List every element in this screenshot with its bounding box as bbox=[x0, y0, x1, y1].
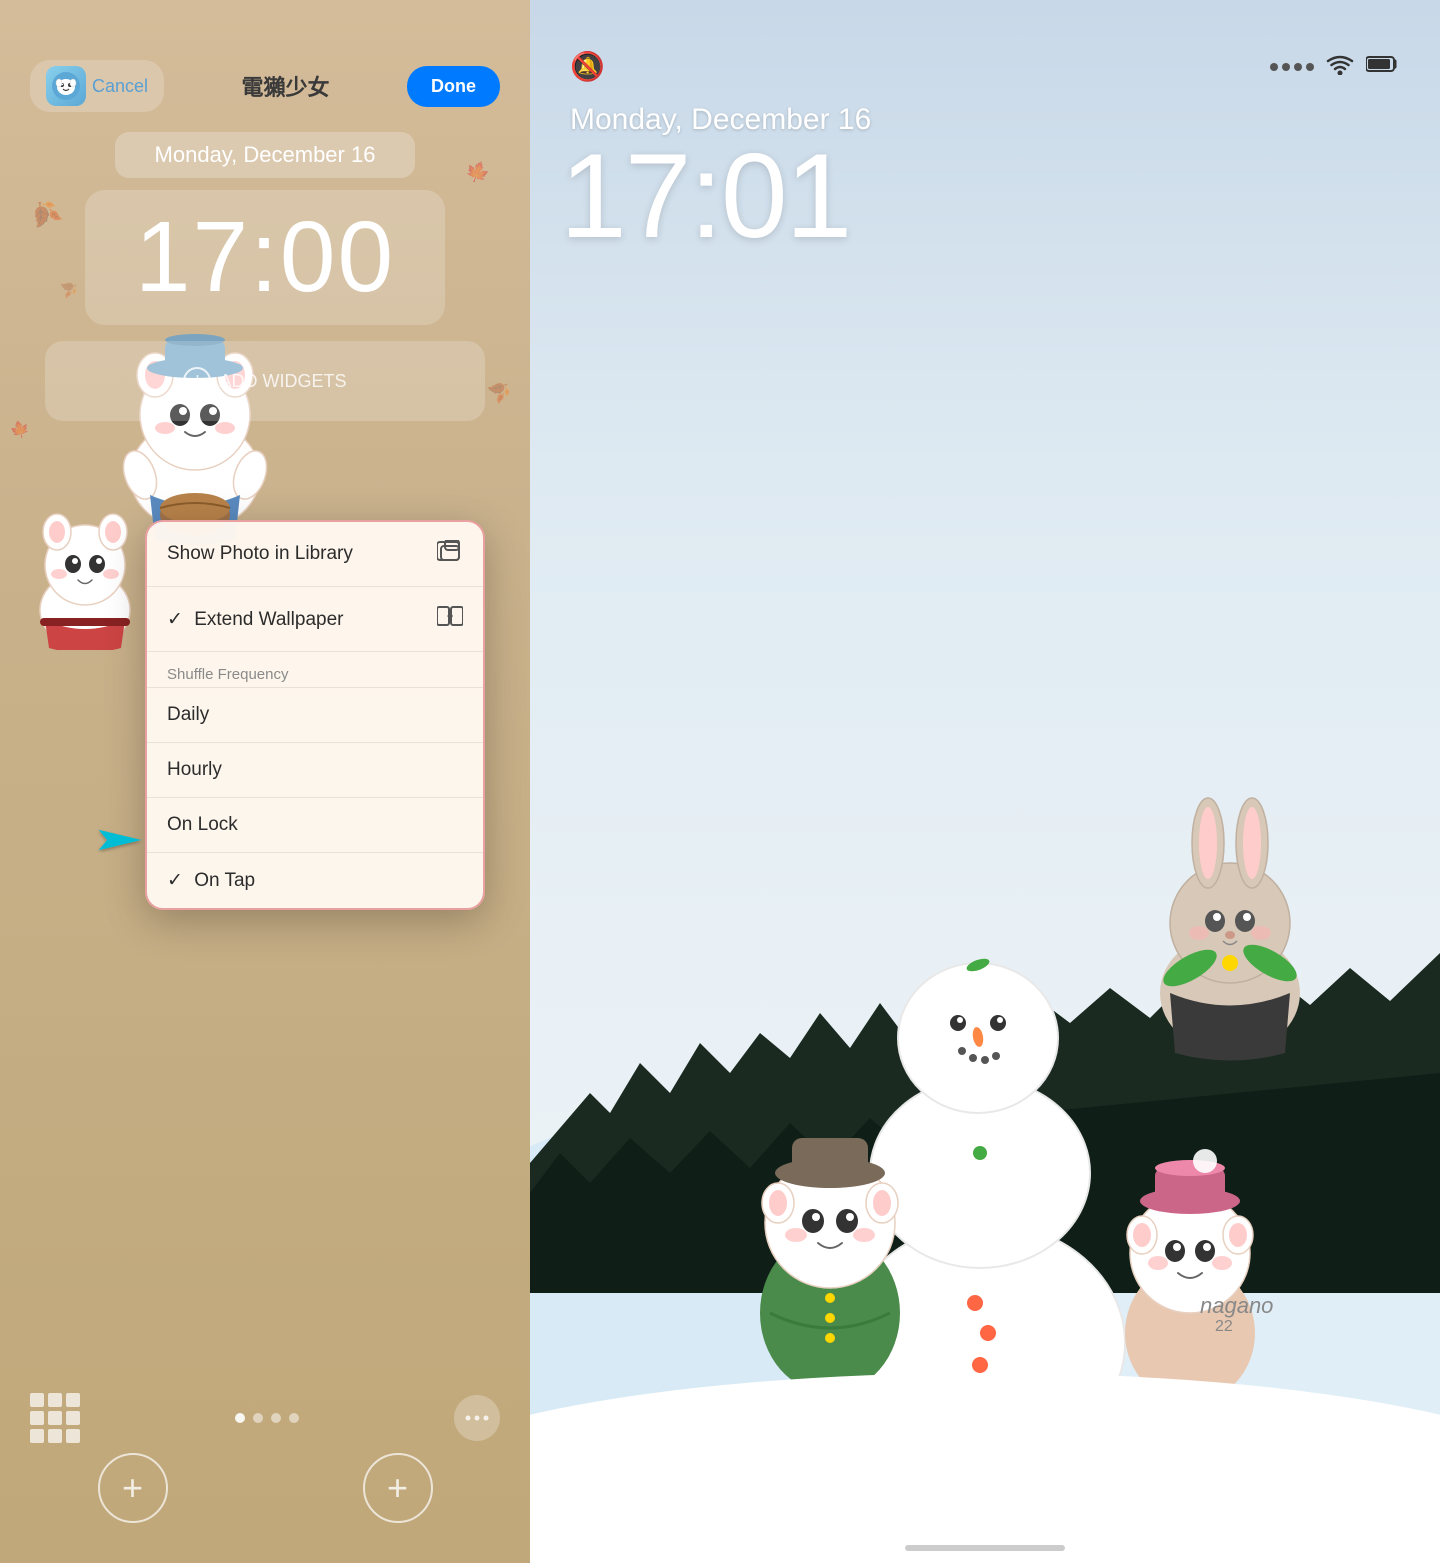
show-photo-label: Show Photo in Library bbox=[167, 543, 353, 565]
on-tap-menu-item[interactable]: ✓ On Tap bbox=[147, 853, 483, 908]
grid-dot bbox=[30, 1429, 44, 1443]
add-widgets-label: ADD WIDGETS bbox=[219, 371, 346, 392]
arrow-indicator bbox=[90, 820, 150, 860]
signal-dot bbox=[1270, 63, 1278, 71]
on-lock-menu-item[interactable]: On Lock bbox=[147, 798, 483, 853]
grid-dot bbox=[48, 1393, 62, 1407]
cancel-button[interactable]: Cancel bbox=[30, 60, 164, 112]
extend-checkmark: ✓ bbox=[167, 609, 188, 630]
page-dot-2 bbox=[253, 1413, 263, 1423]
status-bar: 🔕 bbox=[530, 0, 1440, 93]
app-icon bbox=[46, 66, 86, 106]
page-dot-4 bbox=[289, 1413, 299, 1423]
signal-dot bbox=[1306, 63, 1314, 71]
svg-text:nagano: nagano bbox=[1200, 1293, 1273, 1318]
battery-icon bbox=[1366, 55, 1400, 78]
extend-wallpaper-menu-item[interactable]: ✓ Extend Wallpaper bbox=[147, 587, 483, 652]
left-date-label: Monday, December 16 bbox=[115, 132, 416, 178]
page-indicator bbox=[235, 1413, 299, 1423]
on-tap-label: On Tap bbox=[194, 870, 255, 891]
leaf-decoration: 🍁 bbox=[462, 156, 494, 188]
done-button[interactable]: Done bbox=[407, 66, 500, 107]
context-menu: Show Photo in Library ✓ Extend Wallpaper bbox=[145, 520, 485, 910]
daily-label: Daily bbox=[167, 704, 209, 725]
extend-wallpaper-icon bbox=[437, 605, 463, 633]
left-time-display: 17:00 bbox=[85, 190, 445, 325]
grid-dot bbox=[66, 1411, 80, 1425]
winter-scene-svg: nagano 22 bbox=[530, 513, 1440, 1563]
page-dot-3 bbox=[271, 1413, 281, 1423]
signal-dot bbox=[1294, 63, 1302, 71]
app-title: 電獺少女 bbox=[242, 70, 330, 102]
plus-icon: + bbox=[183, 367, 211, 395]
right-phone-panel: 🔕 bbox=[530, 0, 1440, 1563]
add-widgets-button[interactable]: + ADD WIDGETS bbox=[183, 367, 346, 395]
bottom-add-buttons: + + bbox=[0, 1453, 530, 1523]
cancel-label: Cancel bbox=[92, 76, 148, 97]
status-bar-right-icons bbox=[1270, 53, 1400, 80]
app-logo-svg bbox=[51, 71, 81, 101]
svg-text:22: 22 bbox=[1215, 1318, 1233, 1335]
on-tap-checkmark: ✓ bbox=[167, 870, 188, 891]
top-bar: Cancel 電獺少女 Done bbox=[0, 0, 530, 122]
bottom-navigation bbox=[0, 1393, 530, 1443]
page-dot-1 bbox=[235, 1413, 245, 1423]
add-right-button[interactable]: + bbox=[363, 1453, 433, 1523]
hourly-menu-item[interactable]: Hourly bbox=[147, 743, 483, 798]
extend-wallpaper-row: ✓ Extend Wallpaper bbox=[167, 608, 343, 631]
grid-view-button[interactable] bbox=[30, 1393, 80, 1443]
wifi-icon bbox=[1326, 53, 1354, 80]
grid-dot bbox=[66, 1393, 80, 1407]
snow-scene: nagano 22 bbox=[530, 513, 1440, 1563]
signal-dot bbox=[1282, 63, 1290, 71]
three-dots-icon bbox=[465, 1415, 489, 1421]
leaf-decoration: 🍂 bbox=[57, 277, 80, 301]
leaf-decoration: 🍂 bbox=[25, 194, 65, 234]
leaf-decoration: 🍂 bbox=[483, 375, 514, 406]
on-lock-label: On Lock bbox=[167, 814, 238, 835]
side-character bbox=[15, 490, 155, 650]
grid-dot bbox=[66, 1429, 80, 1443]
left-phone-panel: 🍂 🍁 🍂 🍁 🍂 Cancel 電 bbox=[0, 0, 530, 1563]
right-time-display: 17:01 bbox=[530, 127, 1440, 265]
photo-library-icon bbox=[437, 540, 463, 568]
more-options-button[interactable] bbox=[454, 1395, 500, 1441]
grid-dot bbox=[48, 1429, 62, 1443]
arrow-icon bbox=[90, 820, 150, 860]
extend-wallpaper-label: Extend Wallpaper bbox=[194, 609, 343, 630]
grid-dot bbox=[30, 1393, 44, 1407]
shuffle-frequency-label: Shuffle Frequency bbox=[147, 652, 483, 688]
status-bar-left: 🔕 bbox=[570, 50, 605, 83]
grid-dot bbox=[30, 1411, 44, 1425]
daily-menu-item[interactable]: Daily bbox=[147, 688, 483, 743]
hourly-label: Hourly bbox=[167, 759, 222, 780]
notification-bell-icon: 🔕 bbox=[570, 50, 605, 83]
show-photo-menu-item[interactable]: Show Photo in Library bbox=[147, 522, 483, 587]
home-indicator bbox=[905, 1545, 1065, 1551]
leaf-decoration: 🍁 bbox=[8, 418, 32, 442]
widget-area[interactable]: + ADD WIDGETS bbox=[45, 341, 485, 421]
grid-dot bbox=[48, 1411, 62, 1425]
signal-icon bbox=[1270, 63, 1314, 71]
add-left-button[interactable]: + bbox=[98, 1453, 168, 1523]
